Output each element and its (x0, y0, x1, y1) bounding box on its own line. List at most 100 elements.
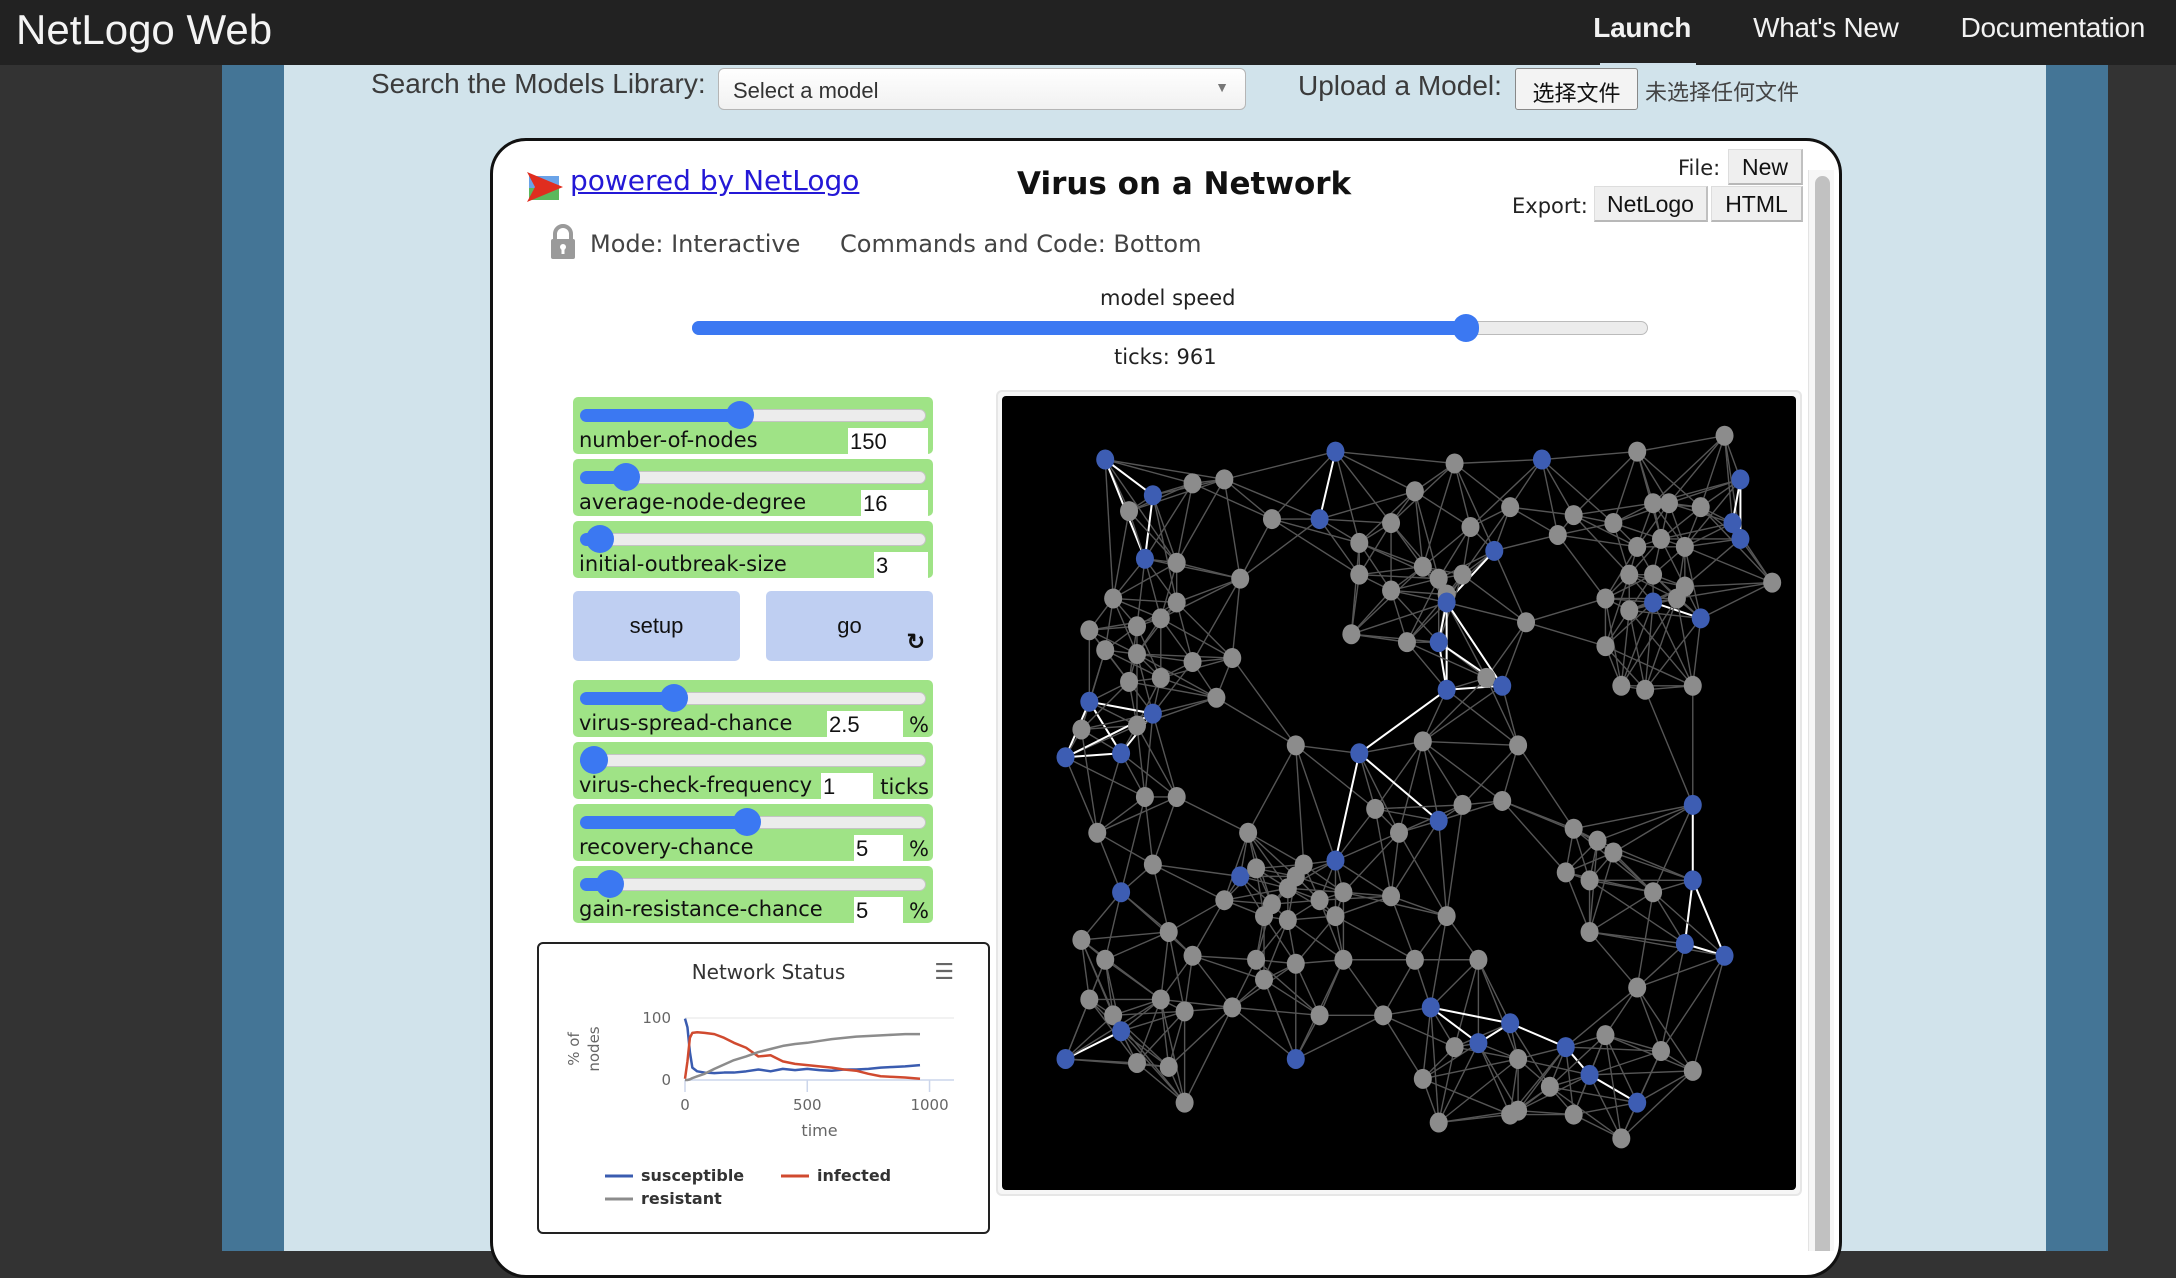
node-resistant[interactable] (1120, 501, 1139, 522)
node-resistant[interactable] (1445, 453, 1464, 474)
node-susceptible[interactable] (1080, 691, 1099, 712)
node-resistant[interactable] (1564, 1104, 1583, 1125)
node-resistant[interactable] (1620, 600, 1639, 621)
node-resistant[interactable] (1429, 1112, 1448, 1133)
slider-track[interactable] (580, 533, 926, 546)
node-resistant[interactable] (1255, 906, 1274, 927)
node-resistant[interactable] (1413, 1068, 1432, 1089)
node-resistant[interactable] (1366, 798, 1385, 819)
node-resistant[interactable] (1278, 910, 1297, 931)
node-resistant[interactable] (1461, 517, 1480, 538)
node-susceptible[interactable] (1469, 1033, 1488, 1054)
node-resistant[interactable] (1445, 1037, 1464, 1058)
model-speed-thumb[interactable] (1453, 314, 1480, 342)
node-resistant[interactable] (1310, 890, 1329, 911)
setup-button[interactable]: setup (573, 591, 740, 661)
node-resistant[interactable] (1413, 731, 1432, 752)
node-susceptible[interactable] (1310, 509, 1329, 530)
node-resistant[interactable] (1167, 552, 1186, 573)
node-resistant[interactable] (1088, 822, 1107, 843)
node-resistant[interactable] (1715, 425, 1734, 446)
node-resistant[interactable] (1683, 675, 1702, 696)
file-new-button[interactable]: New (1728, 149, 1803, 185)
slider-thumb[interactable] (732, 808, 761, 836)
node-resistant[interactable] (1151, 667, 1170, 688)
node-resistant[interactable] (1763, 572, 1782, 593)
node-resistant[interactable] (1644, 564, 1663, 585)
node-resistant[interactable] (1652, 528, 1671, 549)
node-resistant[interactable] (1231, 568, 1250, 589)
node-susceptible[interactable] (1096, 449, 1115, 470)
node-resistant[interactable] (1652, 1041, 1671, 1062)
node-resistant[interactable] (1588, 830, 1607, 851)
slider-track[interactable] (580, 754, 926, 767)
node-resistant[interactable] (1405, 481, 1424, 502)
node-susceptible[interactable] (1326, 441, 1345, 462)
lock-icon[interactable] (549, 224, 577, 260)
node-resistant[interactable] (1104, 588, 1123, 609)
slider-value-input[interactable]: 16 (861, 490, 928, 516)
node-resistant[interactable] (1223, 997, 1242, 1018)
node-resistant[interactable] (1509, 735, 1528, 756)
node-resistant[interactable] (1175, 1092, 1194, 1113)
node-resistant[interactable] (1540, 1076, 1559, 1097)
node-resistant[interactable] (1247, 858, 1266, 879)
node-susceptible[interactable] (1675, 933, 1694, 954)
node-susceptible[interactable] (1485, 540, 1504, 561)
node-resistant[interactable] (1223, 648, 1242, 669)
node-susceptible[interactable] (1056, 1048, 1075, 1069)
powered-by-netlogo-link[interactable]: powered by NetLogo (570, 164, 859, 197)
node-susceptible[interactable] (1715, 945, 1734, 966)
node-resistant[interactable] (1453, 794, 1472, 815)
node-resistant[interactable] (1183, 473, 1202, 494)
node-susceptible[interactable] (1135, 548, 1154, 569)
node-resistant[interactable] (1239, 822, 1258, 843)
node-resistant[interactable] (1183, 651, 1202, 672)
node-resistant[interactable] (1255, 969, 1274, 990)
node-susceptible[interactable] (1112, 882, 1131, 903)
node-resistant[interactable] (1612, 675, 1631, 696)
node-resistant[interactable] (1620, 564, 1639, 585)
node-susceptible[interactable] (1683, 870, 1702, 891)
slider-virus-spread-chance[interactable]: virus-spread-chance 2.5 % (573, 680, 933, 737)
node-resistant[interactable] (1350, 564, 1369, 585)
node-resistant[interactable] (1390, 822, 1408, 843)
node-resistant[interactable] (1080, 620, 1099, 641)
slider-number-of-nodes[interactable]: number-of-nodes 150 (573, 397, 933, 454)
go-button[interactable]: go ↻ (766, 591, 933, 661)
node-susceptible[interactable] (1731, 528, 1750, 549)
node-susceptible[interactable] (1437, 679, 1456, 700)
node-resistant[interactable] (1262, 509, 1281, 530)
slider-initial-outbreak-size[interactable]: initial-outbreak-size 3 (573, 521, 933, 578)
node-resistant[interactable] (1159, 1056, 1178, 1077)
node-susceptible[interactable] (1429, 632, 1448, 653)
node-susceptible[interactable] (1683, 794, 1702, 815)
slider-gain-resistance-chance[interactable]: gain-resistance-chance 5 % (573, 866, 933, 923)
node-resistant[interactable] (1207, 687, 1226, 708)
node-resistant[interactable] (1564, 818, 1583, 839)
nav-launch[interactable]: Launch (1562, 0, 1722, 65)
slider-thumb[interactable] (586, 525, 615, 553)
node-susceptible[interactable] (1326, 850, 1345, 871)
node-susceptible[interactable] (1691, 608, 1710, 629)
node-resistant[interactable] (1127, 715, 1146, 736)
node-resistant[interactable] (1382, 580, 1401, 601)
nav-whats-new[interactable]: What's New (1722, 0, 1930, 65)
node-resistant[interactable] (1096, 640, 1115, 661)
node-resistant[interactable] (1286, 953, 1305, 974)
node-resistant[interactable] (1127, 1052, 1146, 1073)
node-resistant[interactable] (1517, 612, 1536, 633)
slider-recovery-chance[interactable]: recovery-chance 5 % (573, 804, 933, 861)
node-resistant[interactable] (1374, 1005, 1393, 1026)
node-resistant[interactable] (1644, 493, 1663, 514)
node-resistant[interactable] (1350, 532, 1369, 553)
slider-thumb[interactable] (595, 870, 624, 898)
node-resistant[interactable] (1397, 632, 1416, 653)
node-susceptible[interactable] (1437, 592, 1456, 613)
node-resistant[interactable] (1604, 842, 1623, 863)
node-susceptible[interactable] (1493, 675, 1512, 696)
node-resistant[interactable] (1659, 493, 1678, 514)
node-resistant[interactable] (1628, 441, 1647, 462)
node-susceptible[interactable] (1112, 743, 1131, 764)
node-resistant[interactable] (1167, 592, 1186, 613)
